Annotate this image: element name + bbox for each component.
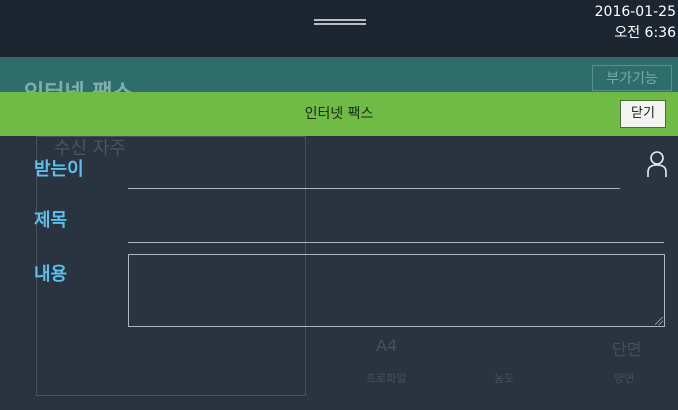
background-app-header: 인터넷 팩스 부가기능 [0, 57, 678, 106]
modal-title: 인터넷 팩스 [304, 106, 374, 122]
subject-input[interactable] [128, 242, 664, 243]
background-extra-button: 부가기능 [592, 65, 672, 91]
modal-header: 인터넷 팩스 닫기 [0, 92, 678, 136]
subject-label: 제목 [34, 210, 68, 231]
background-sides: 단면 [612, 340, 642, 359]
content-textarea[interactable] [128, 254, 665, 327]
background-paper-size-sub: 프로파일 [366, 372, 407, 385]
status-date: 2016-01-25 [594, 4, 676, 20]
notification-handle-icon[interactable] [314, 19, 366, 25]
close-button[interactable]: 닫기 [620, 100, 666, 128]
status-time: 오전 6:36 [614, 25, 676, 41]
background-sides-sub: 양면 [614, 372, 635, 385]
recipient-input[interactable] [128, 188, 620, 189]
recipient-label: 받는이 [34, 159, 84, 180]
contacts-button[interactable] [645, 150, 669, 178]
background-density-sub: 농도 [494, 372, 515, 385]
person-outline-icon [647, 151, 667, 177]
background-paper-size: A4 [376, 336, 398, 355]
status-bar: 2016-01-25 오전 6:36 [0, 0, 678, 57]
content-label: 내용 [34, 264, 68, 285]
resize-grip-icon[interactable] [655, 317, 663, 325]
